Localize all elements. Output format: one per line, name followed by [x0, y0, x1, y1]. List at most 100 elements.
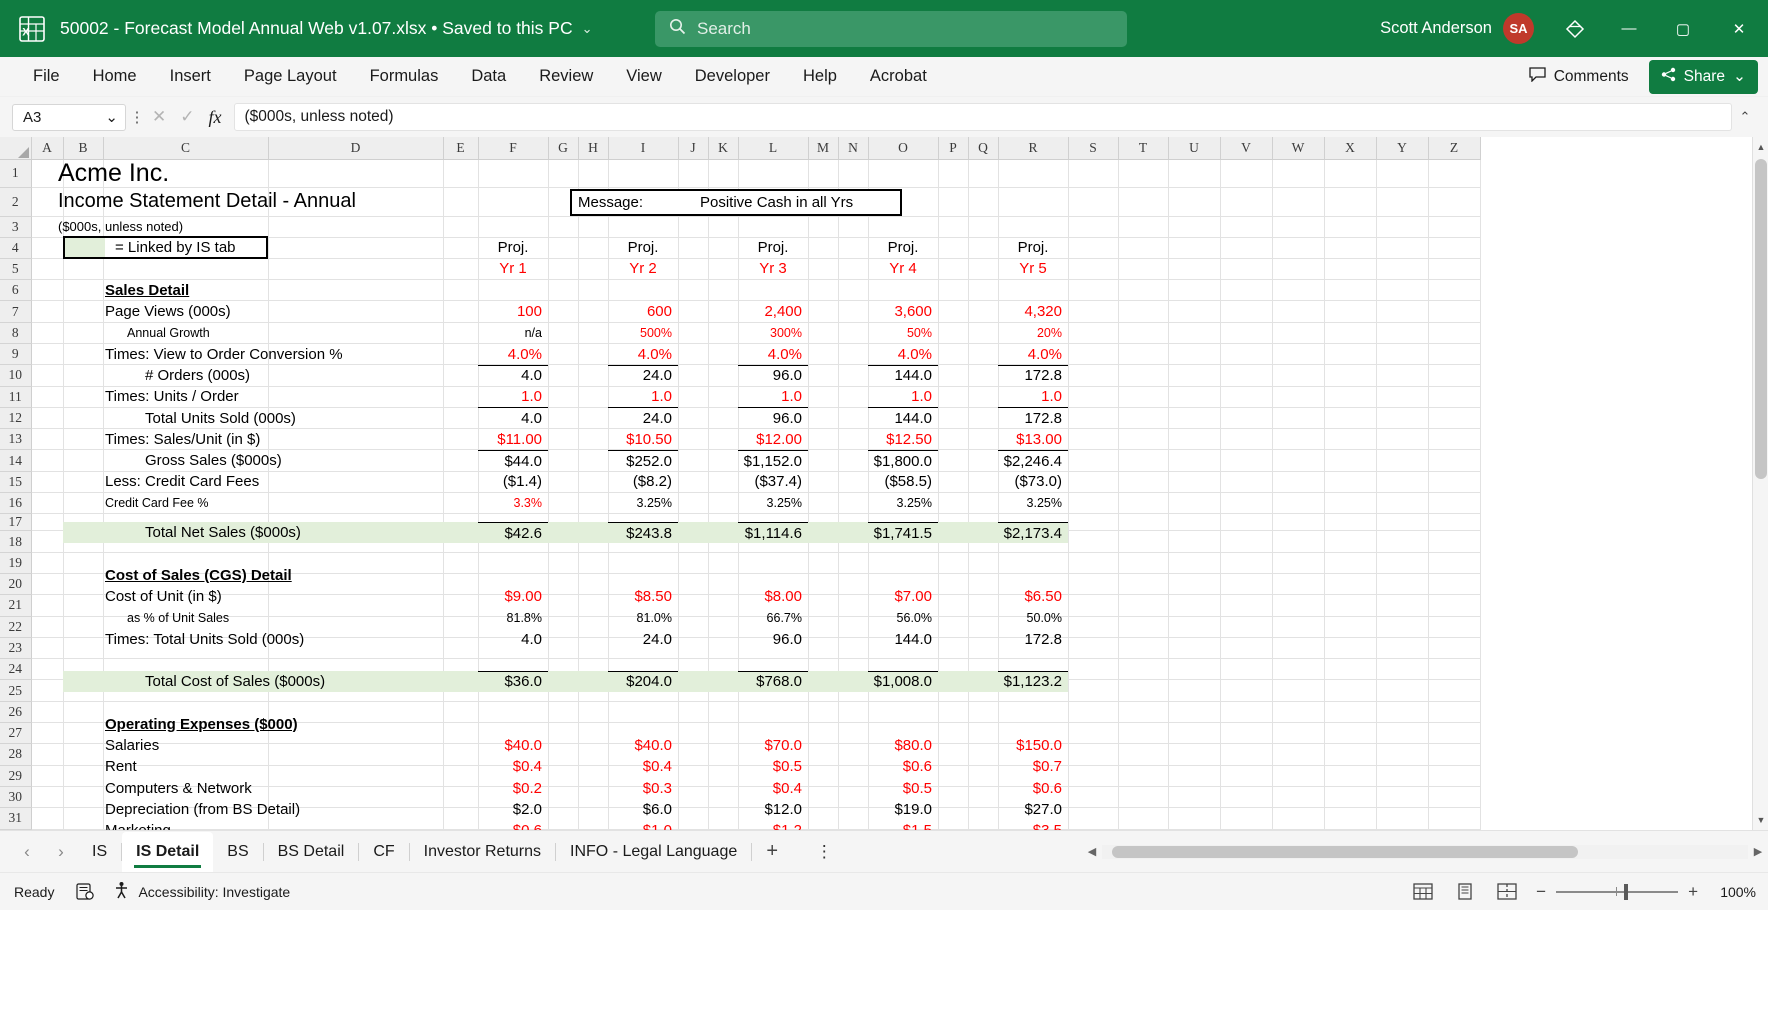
- cell-W19[interactable]: [1272, 552, 1325, 574]
- cell-U11[interactable]: [1168, 386, 1221, 408]
- cell-S20[interactable]: [1068, 573, 1119, 596]
- cell-Y4[interactable]: [1376, 237, 1429, 259]
- cell-U15[interactable]: [1168, 471, 1221, 494]
- cell-Y7[interactable]: [1376, 300, 1429, 323]
- document-title[interactable]: 50002 - Forecast Model Annual Web v1.07.…: [60, 18, 593, 39]
- cell-T6[interactable]: [1118, 279, 1169, 302]
- cell-U19[interactable]: [1168, 552, 1221, 574]
- cell-J27[interactable]: [678, 722, 709, 745]
- cell-U23[interactable]: [1168, 637, 1221, 660]
- cell-Z25[interactable]: [1428, 679, 1481, 702]
- cell-Y1[interactable]: [1376, 159, 1429, 188]
- cell-M29[interactable]: [808, 765, 839, 787]
- cell-W1[interactable]: [1272, 159, 1325, 188]
- cell-F6[interactable]: [478, 279, 549, 302]
- cell-V31[interactable]: [1220, 807, 1273, 830]
- cell-Y3[interactable]: [1376, 216, 1429, 238]
- cell-J21[interactable]: [678, 594, 709, 617]
- cell-S18[interactable]: [1068, 530, 1119, 553]
- cell-X8[interactable]: [1324, 322, 1377, 344]
- cell-S25[interactable]: [1068, 679, 1119, 702]
- cell-Z17[interactable]: [1428, 513, 1481, 532]
- cell-X31[interactable]: [1324, 807, 1377, 830]
- cell-T14[interactable]: [1118, 449, 1169, 472]
- cancel-icon[interactable]: ✕: [152, 107, 166, 127]
- cell-W29[interactable]: [1272, 765, 1325, 787]
- cell-V26[interactable]: [1220, 701, 1273, 724]
- cell-Z15[interactable]: [1428, 471, 1481, 494]
- cell-H11[interactable]: [578, 386, 609, 408]
- cell-A5[interactable]: [31, 258, 64, 281]
- cell-H10[interactable]: [578, 364, 609, 387]
- cell-Z21[interactable]: [1428, 594, 1481, 617]
- cell-N3[interactable]: [838, 216, 869, 238]
- row-header-19[interactable]: 19: [0, 552, 32, 574]
- cell-V5[interactable]: [1220, 258, 1273, 281]
- cell-W13[interactable]: [1272, 428, 1325, 451]
- cell-T20[interactable]: [1118, 573, 1169, 596]
- cell-J12[interactable]: [678, 407, 709, 430]
- cell-Q20[interactable]: [968, 573, 999, 596]
- cell-X28[interactable]: [1324, 743, 1377, 766]
- column-header-f[interactable]: F: [478, 137, 549, 160]
- cell-S4[interactable]: [1068, 237, 1119, 259]
- row-header-10[interactable]: 10: [0, 364, 32, 387]
- sheet-tab-info-legal-language[interactable]: INFO - Legal Language: [556, 832, 751, 872]
- cell-B28[interactable]: [63, 743, 104, 766]
- cell-G29[interactable]: [548, 765, 579, 787]
- cell-Y17[interactable]: [1376, 513, 1429, 532]
- cell-Z8[interactable]: [1428, 322, 1481, 344]
- cell-X1[interactable]: [1324, 159, 1377, 188]
- row-header-15[interactable]: 15: [0, 471, 32, 494]
- cell-E7[interactable]: [443, 300, 479, 323]
- cell-Z23[interactable]: [1428, 637, 1481, 660]
- cell-M9[interactable]: [808, 343, 839, 366]
- cell-J20[interactable]: [678, 573, 709, 596]
- cell-X9[interactable]: [1324, 343, 1377, 366]
- cell-Z7[interactable]: [1428, 300, 1481, 323]
- horizontal-scrollbar[interactable]: ◀ ▶: [1082, 831, 1768, 873]
- cell-H22[interactable]: [578, 616, 609, 638]
- cell-A17[interactable]: [31, 513, 64, 532]
- cell-J8[interactable]: [678, 322, 709, 344]
- cell-M11[interactable]: [808, 386, 839, 408]
- cell-Z16[interactable]: [1428, 492, 1481, 515]
- cell-Y27[interactable]: [1376, 722, 1429, 745]
- row-header-21[interactable]: 21: [0, 594, 32, 617]
- cell-G7[interactable]: [548, 300, 579, 323]
- cell-S5[interactable]: [1068, 258, 1119, 281]
- cell-V28[interactable]: [1220, 743, 1273, 766]
- cell-L3[interactable]: [738, 216, 809, 238]
- cell-V13[interactable]: [1220, 428, 1273, 451]
- cell-L1[interactable]: [738, 159, 809, 188]
- cell-G11[interactable]: [548, 386, 579, 408]
- avatar[interactable]: SA: [1503, 13, 1534, 44]
- row-header-23[interactable]: 23: [0, 637, 32, 660]
- cell-S16[interactable]: [1068, 492, 1119, 515]
- cell-M16[interactable]: [808, 492, 839, 515]
- cell-O6[interactable]: [868, 279, 939, 302]
- cell-J16[interactable]: [678, 492, 709, 515]
- share-button[interactable]: Share ⌄: [1648, 59, 1758, 94]
- cell-U18[interactable]: [1168, 530, 1221, 553]
- cell-G30[interactable]: [548, 786, 579, 809]
- cell-A7[interactable]: [31, 300, 64, 323]
- cell-B20[interactable]: [63, 573, 104, 596]
- cell-M28[interactable]: [808, 743, 839, 766]
- cell-W31[interactable]: [1272, 807, 1325, 830]
- cell-V7[interactable]: [1220, 300, 1273, 323]
- cell-V6[interactable]: [1220, 279, 1273, 302]
- cell-V3[interactable]: [1220, 216, 1273, 238]
- cell-I3[interactable]: [608, 216, 679, 238]
- cell-W8[interactable]: [1272, 322, 1325, 344]
- cell-P7[interactable]: [938, 300, 969, 323]
- cell-N12[interactable]: [838, 407, 869, 430]
- cell-Q1[interactable]: [968, 159, 999, 188]
- cell-K9[interactable]: [708, 343, 739, 366]
- sheet-list-overflow-icon[interactable]: ⋮: [806, 842, 842, 862]
- cell-J23[interactable]: [678, 637, 709, 660]
- cell-Q29[interactable]: [968, 765, 999, 787]
- cell-M4[interactable]: [808, 237, 839, 259]
- cell-G28[interactable]: [548, 743, 579, 766]
- cell-N6[interactable]: [838, 279, 869, 302]
